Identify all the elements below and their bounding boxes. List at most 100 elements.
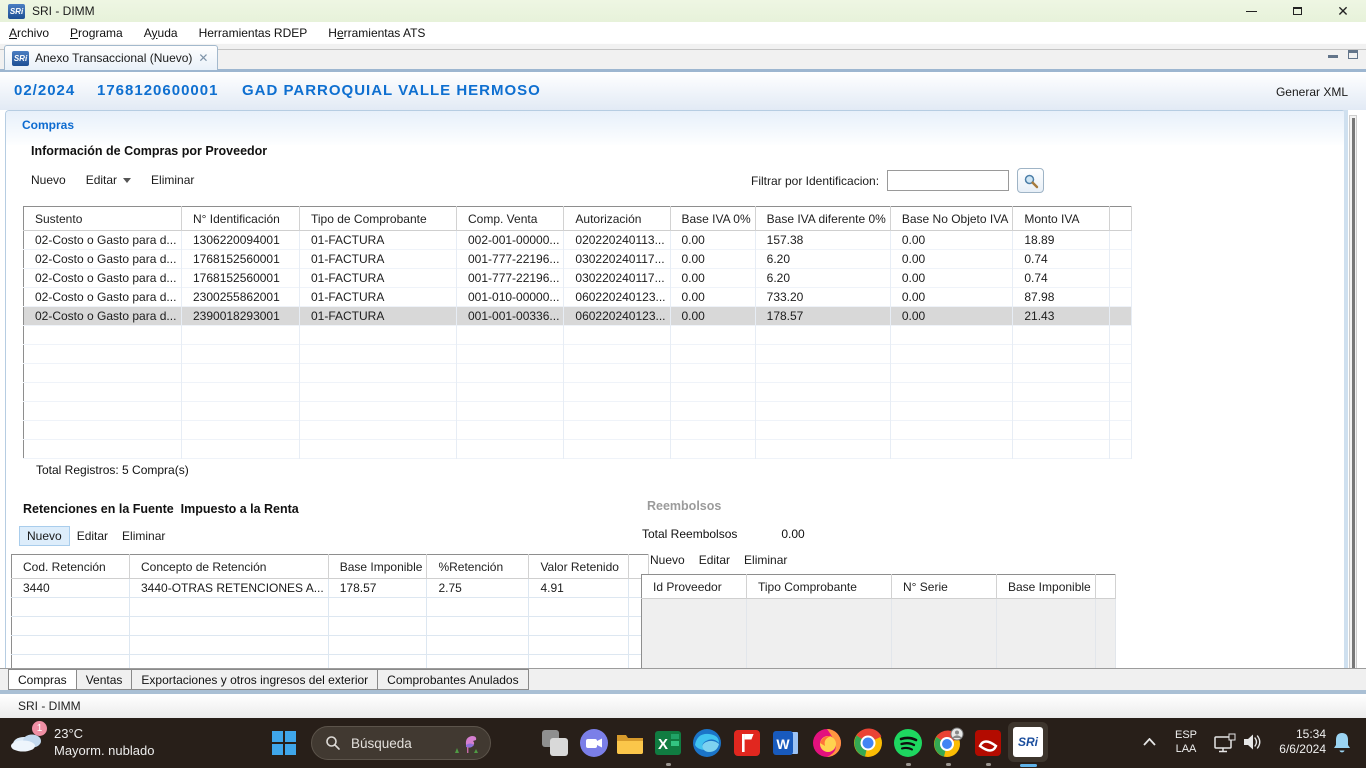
- cell: [529, 598, 629, 617]
- column-header[interactable]: N° Serie: [892, 575, 997, 599]
- view-maximize-icon[interactable]: [1348, 50, 1358, 59]
- acrobat-icon[interactable]: [972, 727, 1004, 759]
- column-header[interactable]: Tipo Comprobante: [747, 575, 892, 599]
- taskbar-search[interactable]: Búsqueda: [311, 726, 491, 760]
- bottom-tab-compras[interactable]: Compras: [8, 669, 77, 690]
- sri-dimm-taskbar-button[interactable]: SRi: [1008, 722, 1048, 762]
- minimize-button[interactable]: [1228, 0, 1274, 22]
- delete-button[interactable]: Eliminar: [744, 553, 787, 567]
- view-minimize-icon[interactable]: [1328, 50, 1338, 58]
- delete-button[interactable]: Eliminar: [151, 173, 194, 187]
- chrome-icon[interactable]: [852, 727, 884, 759]
- column-header[interactable]: [1110, 207, 1132, 231]
- cell: 0.00: [670, 231, 755, 250]
- cell: [997, 599, 1096, 618]
- menu-item-herramientas-rdep[interactable]: Herramientas RDEP: [199, 26, 308, 40]
- cell: 0.00: [670, 288, 755, 307]
- cell: [670, 364, 755, 383]
- new-button[interactable]: Nuevo: [19, 526, 70, 546]
- menu-item-herramientas-ats[interactable]: Herramientas ATS: [328, 26, 425, 40]
- column-header[interactable]: Comp. Venta: [457, 207, 564, 231]
- task-view-icon[interactable]: [539, 727, 571, 759]
- tab-label: Anexo Transaccional (Nuevo): [35, 51, 192, 65]
- excel-icon[interactable]: X: [652, 727, 684, 759]
- edit-button[interactable]: Editar: [699, 553, 730, 567]
- scrollbar-thumb[interactable]: [1352, 118, 1355, 684]
- edit-button[interactable]: Editar: [86, 173, 131, 187]
- notification-bell-icon[interactable]: [1333, 732, 1351, 754]
- table-row[interactable]: 02-Costo o Gasto para d...23900182930010…: [24, 307, 1132, 326]
- running-indicator: [906, 763, 911, 766]
- cell: [642, 618, 747, 637]
- bottom-tab-exportaciones-y-otros-ingresos-del-exterior[interactable]: Exportaciones y otros ingresos del exter…: [132, 669, 378, 690]
- column-header[interactable]: Base IVA diferente 0%: [755, 207, 890, 231]
- column-header[interactable]: Base Imponible: [997, 575, 1096, 599]
- column-header[interactable]: Base IVA 0%: [670, 207, 755, 231]
- table-row[interactable]: 34403440-OTRAS RETENCIONES A...178.572.7…: [12, 579, 649, 598]
- cell: [457, 383, 564, 402]
- table-row[interactable]: 02-Costo o Gasto para d...23002558620010…: [24, 288, 1132, 307]
- column-header[interactable]: Cod. Retención: [12, 555, 130, 579]
- edge-icon[interactable]: [691, 727, 723, 759]
- language-indicator[interactable]: ESPLAA: [1168, 728, 1204, 756]
- new-button[interactable]: Nuevo: [650, 553, 685, 567]
- bottom-tab-ventas[interactable]: Ventas: [77, 669, 133, 690]
- empty-row: [642, 618, 1116, 637]
- column-header[interactable]: Monto IVA: [1013, 207, 1110, 231]
- window-titlebar: SRi SRI - DIMM ✕: [0, 0, 1366, 22]
- delete-button[interactable]: Eliminar: [122, 529, 165, 543]
- empty-row: [24, 364, 1132, 383]
- video-chat-icon[interactable]: [578, 727, 610, 759]
- network-icon[interactable]: [1214, 733, 1236, 753]
- spotify-icon[interactable]: [892, 727, 924, 759]
- column-header[interactable]: Sustento: [24, 207, 182, 231]
- restore-button[interactable]: [1274, 0, 1320, 22]
- filter-input[interactable]: [887, 170, 1009, 191]
- cell: [1013, 345, 1110, 364]
- empty-row: [24, 326, 1132, 345]
- file-explorer-icon[interactable]: [614, 727, 646, 759]
- menu-item-programa[interactable]: Programa: [70, 26, 123, 40]
- column-header[interactable]: N° Identificación: [182, 207, 300, 231]
- firefox-icon[interactable]: [811, 727, 843, 759]
- column-header[interactable]: Concepto de Retención: [130, 555, 329, 579]
- menu-item-ayuda[interactable]: Ayuda: [144, 26, 178, 40]
- tray-chevron-icon[interactable]: [1143, 738, 1156, 746]
- word-icon[interactable]: W: [770, 727, 802, 759]
- cell: [300, 402, 457, 421]
- column-header[interactable]: Valor Retenido: [529, 555, 629, 579]
- generate-xml-button[interactable]: Generar XML: [1276, 85, 1348, 99]
- cell: [427, 617, 529, 636]
- column-header[interactable]: %Retención: [427, 555, 529, 579]
- search-button[interactable]: [1017, 168, 1044, 193]
- start-button[interactable]: [272, 731, 296, 755]
- cell: [328, 636, 427, 655]
- column-header[interactable]: Tipo de Comprobante: [300, 207, 457, 231]
- new-button[interactable]: Nuevo: [31, 173, 66, 187]
- chrome-profile-icon[interactable]: [932, 727, 964, 759]
- dropdown-caret-icon[interactable]: [123, 178, 131, 183]
- clock[interactable]: 15:34 6/6/2024: [1258, 727, 1326, 757]
- column-header[interactable]: Base No Objeto IVA: [890, 207, 1013, 231]
- pdf-app-icon[interactable]: [731, 727, 763, 759]
- column-header[interactable]: [1095, 575, 1115, 599]
- tab-close-icon[interactable]: ✕: [198, 51, 208, 65]
- table-row[interactable]: 02-Costo o Gasto para d...13062200940010…: [24, 231, 1132, 250]
- bottom-tab-comprobantes-anulados[interactable]: Comprobantes Anulados: [378, 669, 528, 690]
- column-header[interactable]: Id Proveedor: [642, 575, 747, 599]
- tab-anexo-transaccional[interactable]: SRi Anexo Transaccional (Nuevo) ✕: [4, 45, 218, 70]
- cell: 87.98: [1013, 288, 1110, 307]
- weather-widget[interactable]: 1 23°C Mayorm. nublado: [10, 724, 154, 758]
- menu-item-archivo[interactable]: Archivo: [9, 26, 49, 40]
- vertical-scrollbar[interactable]: [1349, 115, 1357, 688]
- close-button[interactable]: ✕: [1320, 0, 1366, 22]
- edit-button[interactable]: Editar: [77, 529, 108, 543]
- cell: [457, 421, 564, 440]
- table-row[interactable]: 02-Costo o Gasto para d...17681525600010…: [24, 269, 1132, 288]
- cell: [670, 326, 755, 345]
- cell: [12, 617, 130, 636]
- table-row[interactable]: 02-Costo o Gasto para d...17681525600010…: [24, 250, 1132, 269]
- column-header[interactable]: Autorización: [564, 207, 670, 231]
- cell: [890, 364, 1013, 383]
- column-header[interactable]: Base Imponible: [328, 555, 427, 579]
